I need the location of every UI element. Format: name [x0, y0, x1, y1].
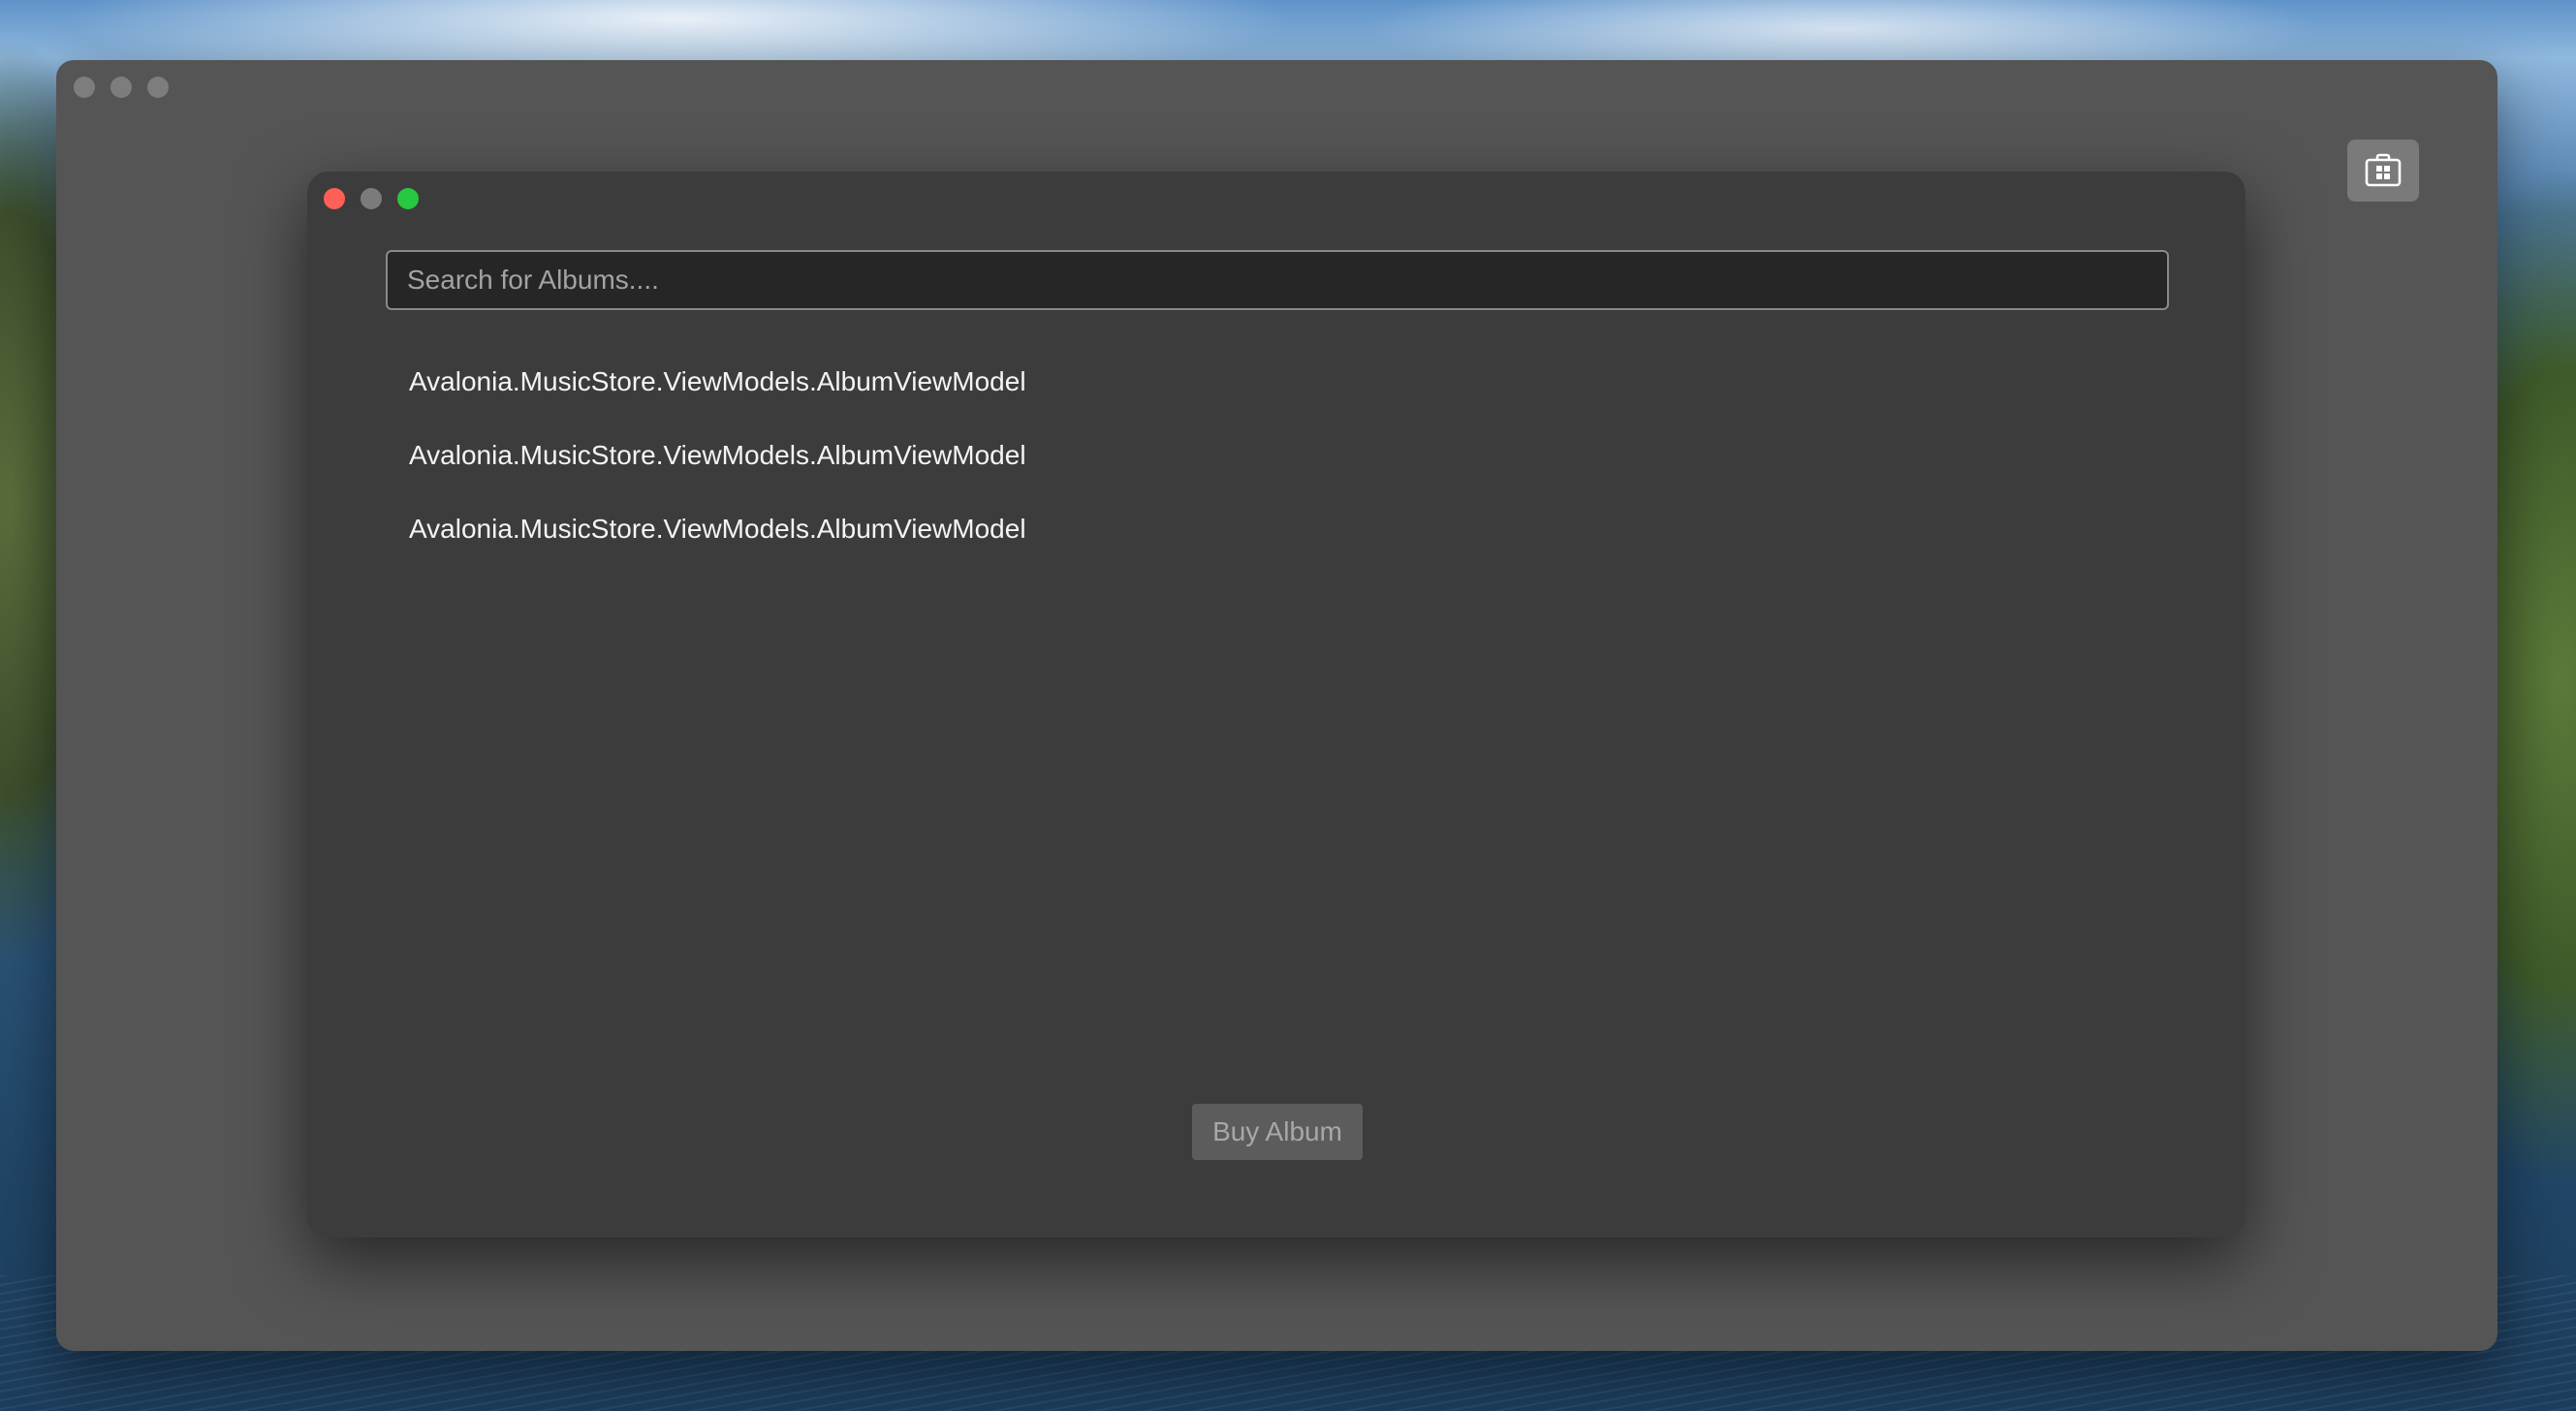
- dialog-zoom-button[interactable]: [397, 188, 419, 209]
- album-list-item[interactable]: Avalonia.MusicStore.ViewModels.AlbumView…: [409, 509, 1026, 582]
- dialog-window-controls: [324, 188, 419, 209]
- album-list-item[interactable]: Avalonia.MusicStore.ViewModels.AlbumView…: [409, 361, 1026, 435]
- music-store-dialog: Avalonia.MusicStore.ViewModels.AlbumView…: [307, 172, 2246, 1238]
- main-window-controls: [74, 77, 169, 98]
- music-store-button[interactable]: [2347, 140, 2419, 202]
- dialog-close-button[interactable]: [324, 188, 345, 209]
- main-zoom-button[interactable]: [147, 77, 169, 98]
- album-list: Avalonia.MusicStore.ViewModels.AlbumView…: [409, 361, 1026, 582]
- main-close-button[interactable]: [74, 77, 95, 98]
- main-minimize-button[interactable]: [110, 77, 132, 98]
- dialog-minimize-button[interactable]: [361, 188, 382, 209]
- album-list-item[interactable]: Avalonia.MusicStore.ViewModels.AlbumView…: [409, 435, 1026, 509]
- buy-album-button[interactable]: Buy Album: [1192, 1104, 1363, 1160]
- album-search-input[interactable]: [386, 250, 2169, 310]
- store-icon: [2365, 153, 2402, 187]
